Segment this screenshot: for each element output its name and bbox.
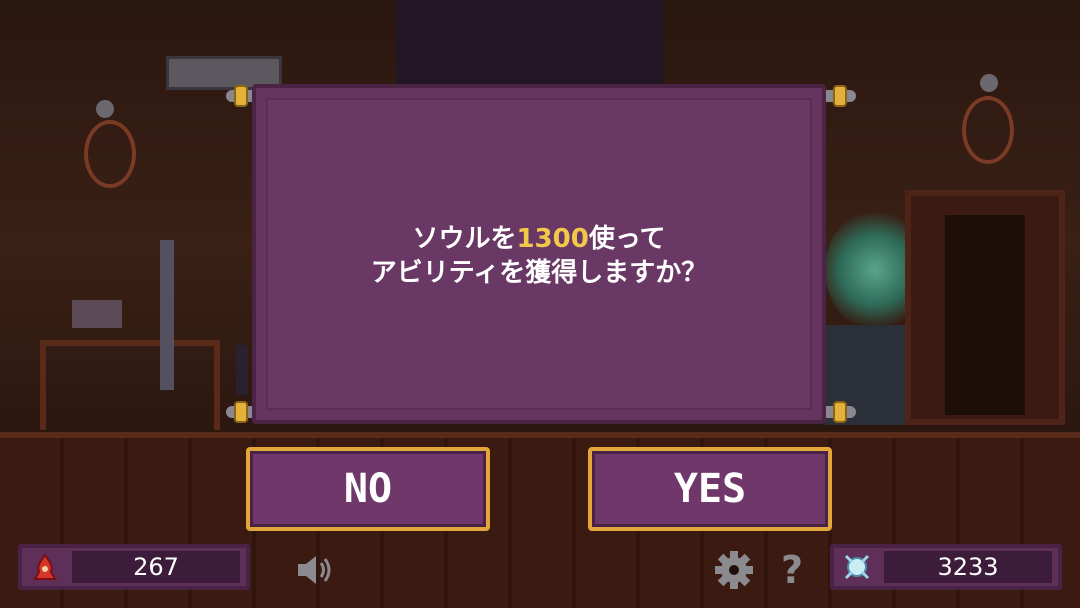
no-button[interactable]: NO <box>246 447 490 531</box>
blue-crystal-icon <box>838 552 876 582</box>
confirm-dialog: ソウルを1300使って アビリティを獲得しますか？ <box>252 84 826 424</box>
bookcase-shelves <box>945 215 1025 415</box>
soul-count: 267 <box>72 551 240 583</box>
bottle-prop <box>236 345 248 395</box>
hammer-prop <box>72 300 122 328</box>
hanging-rope-right <box>962 96 1014 164</box>
axe-prop <box>160 240 174 390</box>
wooden-rack <box>40 340 220 430</box>
gear-icon[interactable] <box>712 548 756 592</box>
speaker-icon[interactable] <box>294 548 338 592</box>
yes-button[interactable]: YES <box>588 447 832 531</box>
scroll-knob <box>833 85 847 107</box>
message-line-1: ソウルを1300使って <box>256 222 822 256</box>
scroll-knob <box>833 401 847 423</box>
gem-count: 3233 <box>884 551 1052 583</box>
scroll-knob <box>234 85 248 107</box>
game-screen: ソウルを1300使って アビリティを獲得しますか？ NO YES 267 ? 3… <box>0 0 1080 608</box>
message-text-before: ソウルを <box>412 224 517 254</box>
message-line-2: アビリティを獲得しますか？ <box>370 258 708 288</box>
gem-counter: 3233 <box>830 544 1062 590</box>
message-text-after: 使って <box>588 224 666 254</box>
question-icon[interactable]: ? <box>770 548 814 592</box>
rope-pulley-right <box>980 74 998 92</box>
soul-counter: 267 <box>18 544 250 590</box>
soul-cost: 1300 <box>516 224 589 254</box>
scroll-knob <box>234 401 248 423</box>
dialog-message: ソウルを1300使って アビリティを獲得しますか？ <box>256 222 822 290</box>
hanging-rope-left <box>84 120 136 188</box>
red-flame-soul-icon <box>26 552 64 582</box>
background-pillar <box>396 0 664 90</box>
rope-pulley-left <box>96 100 114 118</box>
